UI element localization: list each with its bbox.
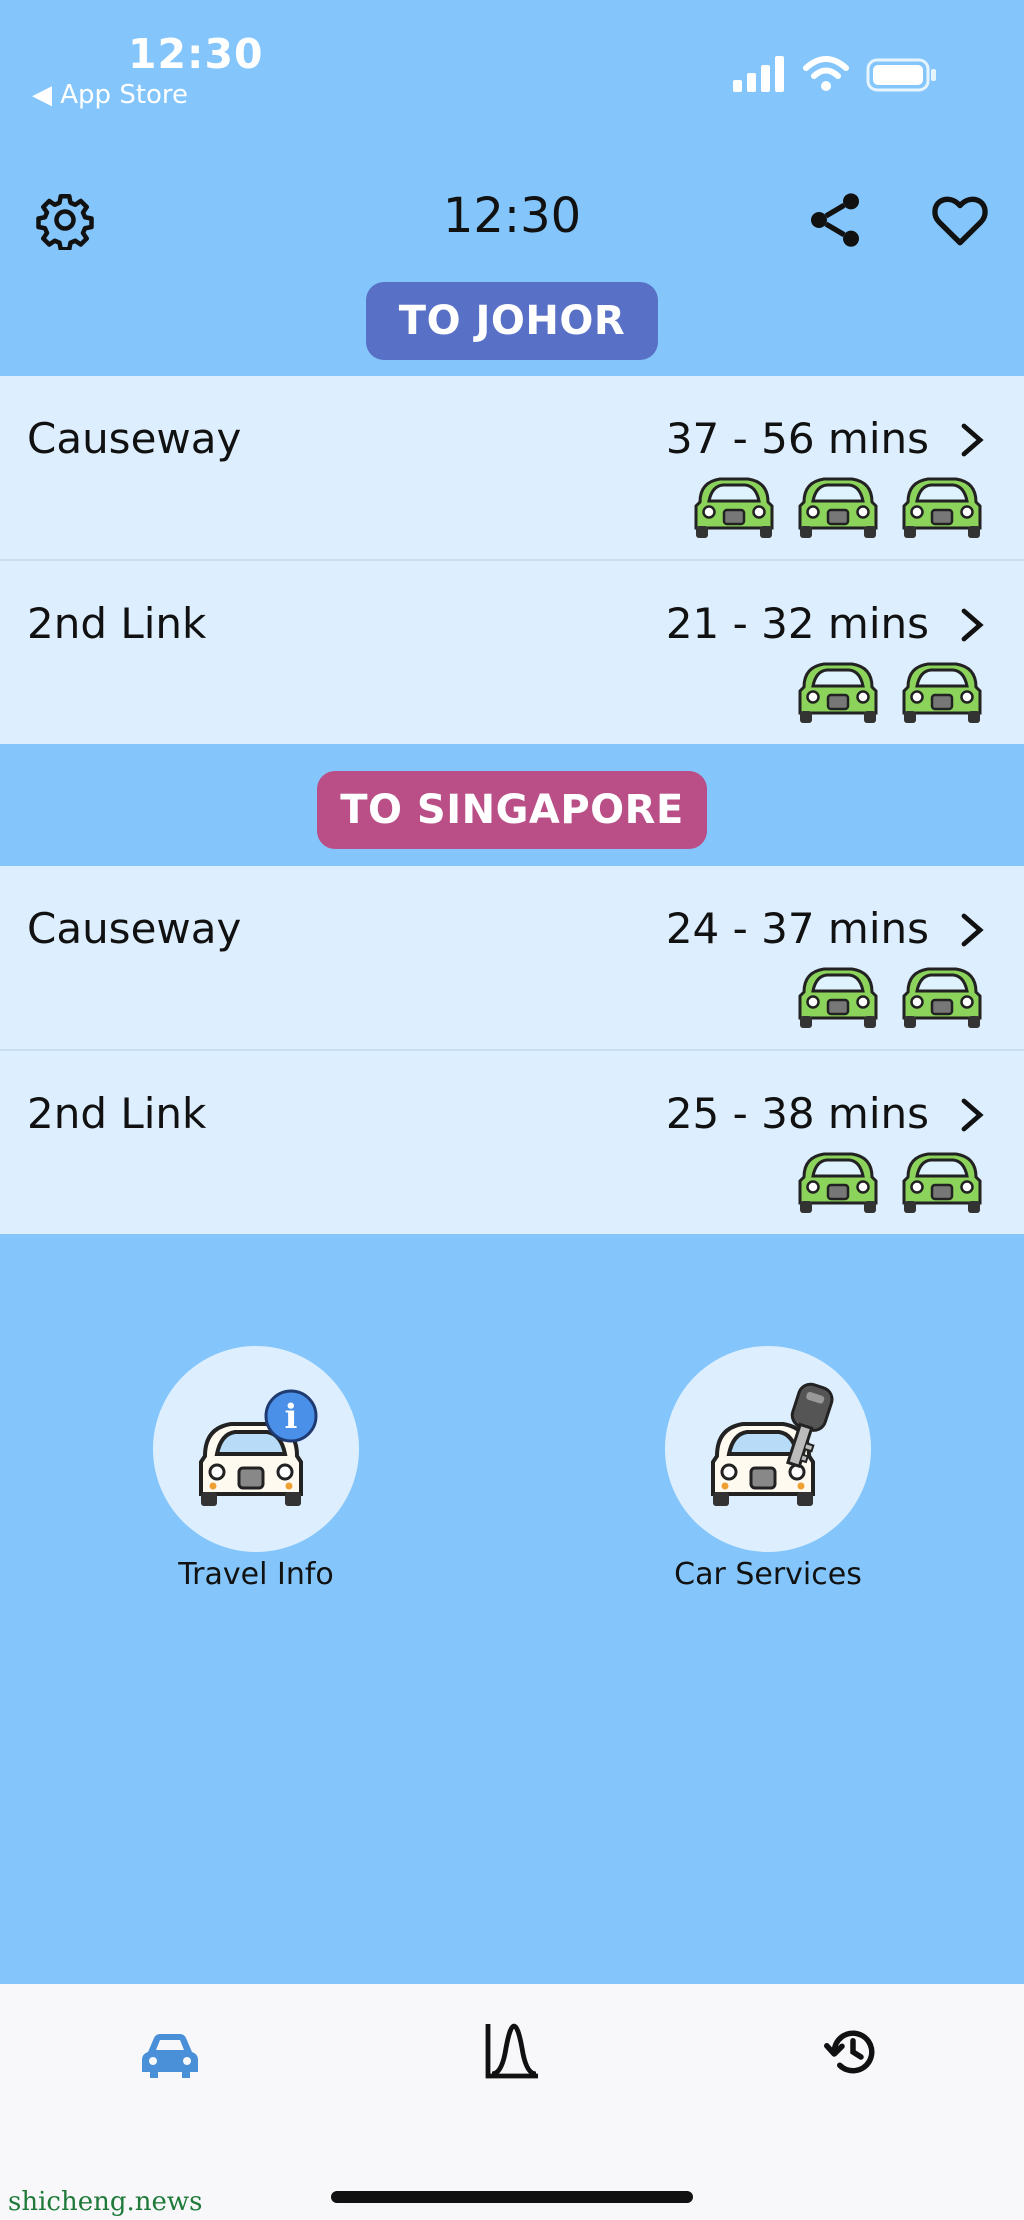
traffic-car-icon bbox=[902, 477, 982, 538]
battery-icon bbox=[866, 58, 936, 92]
home-indicator bbox=[331, 2191, 693, 2203]
traffic-car-icon bbox=[798, 662, 878, 723]
traffic-car-icon bbox=[798, 477, 878, 538]
history-icon[interactable] bbox=[823, 2022, 883, 2082]
traffic-car-icon bbox=[902, 662, 982, 723]
route-name: 2nd Link bbox=[27, 1089, 207, 1138]
chevron-right-icon bbox=[961, 913, 984, 947]
route-name: 2nd Link bbox=[27, 599, 207, 648]
chevron-right-icon bbox=[961, 608, 984, 642]
route-time: 21 - 32 mins bbox=[665, 599, 929, 648]
route-row-johor-2nd-link[interactable]: 2nd Link 21 - 32 mins bbox=[0, 561, 1024, 744]
route-time: 25 - 38 mins bbox=[665, 1089, 929, 1138]
route-time: 37 - 56 mins bbox=[665, 414, 929, 463]
car-services-label: Car Services bbox=[674, 1557, 862, 1592]
car-icon[interactable] bbox=[140, 2030, 200, 2080]
traffic-car-icon bbox=[902, 967, 982, 1028]
route-row-johor-causeway[interactable]: Causeway 37 - 56 mins bbox=[0, 376, 1024, 559]
header-time: 12:30 bbox=[442, 188, 582, 244]
car-info-icon: i bbox=[199, 1389, 318, 1506]
traffic-car-icon bbox=[694, 477, 774, 538]
route-row-singapore-causeway[interactable]: Causeway 24 - 37 mins bbox=[0, 866, 1024, 1049]
watermark-text: shicheng.news bbox=[8, 2187, 203, 2217]
cellular-signal-icon bbox=[733, 56, 784, 92]
traffic-level-cars bbox=[794, 653, 986, 725]
traffic-level-cars bbox=[794, 958, 986, 1030]
travel-info-button[interactable]: i bbox=[153, 1346, 359, 1552]
travel-info-label: Travel Info bbox=[178, 1557, 334, 1592]
chevron-right-icon bbox=[961, 423, 984, 457]
chart-icon[interactable] bbox=[482, 2020, 542, 2082]
route-time: 24 - 37 mins bbox=[665, 904, 929, 953]
traffic-car-icon bbox=[902, 1152, 982, 1213]
to-singapore-section-button[interactable]: TO SINGAPORE bbox=[317, 771, 707, 849]
car-services-button[interactable] bbox=[665, 1346, 871, 1552]
wifi-icon bbox=[803, 56, 849, 91]
share-icon[interactable] bbox=[803, 188, 867, 252]
route-name: Causeway bbox=[27, 904, 242, 953]
traffic-car-icon bbox=[798, 1152, 878, 1213]
chevron-right-icon bbox=[961, 1098, 984, 1132]
traffic-level-cars bbox=[690, 468, 986, 540]
traffic-level-cars bbox=[794, 1143, 986, 1215]
status-time: 12:30 bbox=[128, 30, 264, 78]
route-row-singapore-2nd-link[interactable]: 2nd Link 25 - 38 mins bbox=[0, 1051, 1024, 1234]
traffic-car-icon bbox=[798, 967, 878, 1028]
route-name: Causeway bbox=[27, 414, 242, 463]
favorite-heart-icon[interactable] bbox=[928, 188, 992, 252]
svg-text:i: i bbox=[285, 1397, 298, 1437]
car-key-icon bbox=[711, 1382, 834, 1506]
back-to-app-store-link[interactable]: ◀ App Store bbox=[32, 80, 188, 110]
to-johor-section-button[interactable]: TO JOHOR bbox=[366, 282, 658, 360]
